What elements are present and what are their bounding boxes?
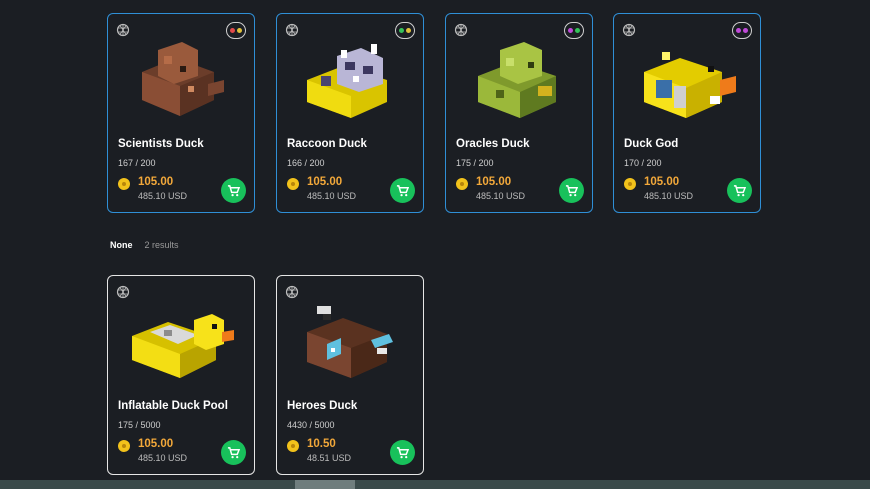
- product-card[interactable]: Raccoon Duck 166 / 200 105.00 485.10 USD: [276, 13, 424, 213]
- add-to-cart-button[interactable]: [221, 178, 246, 203]
- usd-price: 48.51 USD: [307, 453, 352, 463]
- add-to-cart-button[interactable]: [727, 178, 752, 203]
- product-name: Inflatable Duck Pool: [118, 400, 228, 412]
- price: 10.50: [307, 438, 336, 450]
- coin-icon: [287, 178, 299, 190]
- cart-icon: [396, 447, 409, 459]
- results-count: 2 results: [144, 240, 179, 250]
- product-name: Heroes Duck: [287, 400, 358, 412]
- product-card[interactable]: Inflatable Duck Pool 175 / 5000 105.00 4…: [107, 275, 255, 475]
- price: 105.00: [644, 176, 680, 188]
- price: 105.00: [476, 176, 512, 188]
- cart-icon: [227, 447, 240, 459]
- product-card[interactable]: Heroes Duck 4430 / 5000 10.50 48.51 USD: [276, 275, 424, 475]
- coin-icon: [118, 178, 130, 190]
- coin-icon: [624, 178, 636, 190]
- network-icon: [454, 23, 468, 37]
- cart-icon: [565, 185, 578, 197]
- duck-image: [307, 44, 387, 118]
- rarity-dot: [736, 28, 741, 33]
- coin-icon: [287, 440, 299, 452]
- usd-price: 485.10 USD: [307, 191, 357, 201]
- product-card[interactable]: Oracles Duck 175 / 200 105.00 485.10 USD: [445, 13, 593, 213]
- price: 105.00: [138, 438, 174, 450]
- cart-icon: [733, 185, 746, 197]
- rarity-dot: [575, 28, 580, 33]
- filter-summary: None 2 results: [110, 240, 179, 250]
- product-card[interactable]: Duck God 170 / 200 105.00 485.10 USD: [613, 13, 761, 213]
- network-icon: [116, 285, 130, 299]
- supply-count: 167 / 200: [118, 158, 156, 168]
- supply-count: 170 / 200: [624, 158, 662, 168]
- cart-icon: [227, 185, 240, 197]
- filter-label[interactable]: None: [110, 240, 133, 250]
- coin-icon: [456, 178, 468, 190]
- supply-count: 4430 / 5000: [287, 420, 335, 430]
- usd-price: 485.10 USD: [644, 191, 694, 201]
- price: 105.00: [307, 176, 343, 188]
- coin-icon: [118, 440, 130, 452]
- rarity-dot: [406, 28, 411, 33]
- rarity-dot: [568, 28, 573, 33]
- usd-price: 485.10 USD: [138, 453, 188, 463]
- product-card[interactable]: Scientists Duck 167 / 200 105.00 485.10 …: [107, 13, 255, 213]
- product-name: Oracles Duck: [456, 138, 530, 150]
- network-icon: [622, 23, 636, 37]
- duck-image: [142, 42, 224, 116]
- supply-count: 166 / 200: [287, 158, 325, 168]
- scrollbar-thumb[interactable]: [295, 480, 355, 489]
- duck-image: [132, 314, 234, 378]
- rarity-dot: [230, 28, 235, 33]
- product-name: Raccoon Duck: [287, 138, 367, 150]
- product-name: Scientists Duck: [118, 138, 204, 150]
- price: 105.00: [138, 176, 174, 188]
- supply-count: 175 / 5000: [118, 420, 161, 430]
- network-icon: [285, 285, 299, 299]
- add-to-cart-button[interactable]: [390, 440, 415, 465]
- usd-price: 485.10 USD: [476, 191, 526, 201]
- add-to-cart-button[interactable]: [221, 440, 246, 465]
- add-to-cart-button[interactable]: [390, 178, 415, 203]
- product-name: Duck God: [624, 138, 679, 150]
- add-to-cart-button[interactable]: [559, 178, 584, 203]
- rarity-dot: [237, 28, 242, 33]
- horizontal-scrollbar[interactable]: [0, 480, 870, 489]
- duck-image: [307, 306, 393, 378]
- network-icon: [116, 23, 130, 37]
- duck-image: [478, 42, 556, 118]
- usd-price: 485.10 USD: [138, 191, 188, 201]
- cart-icon: [396, 185, 409, 197]
- rarity-dot: [743, 28, 748, 33]
- duck-image: [644, 52, 736, 118]
- network-icon: [285, 23, 299, 37]
- supply-count: 175 / 200: [456, 158, 494, 168]
- rarity-dot: [399, 28, 404, 33]
